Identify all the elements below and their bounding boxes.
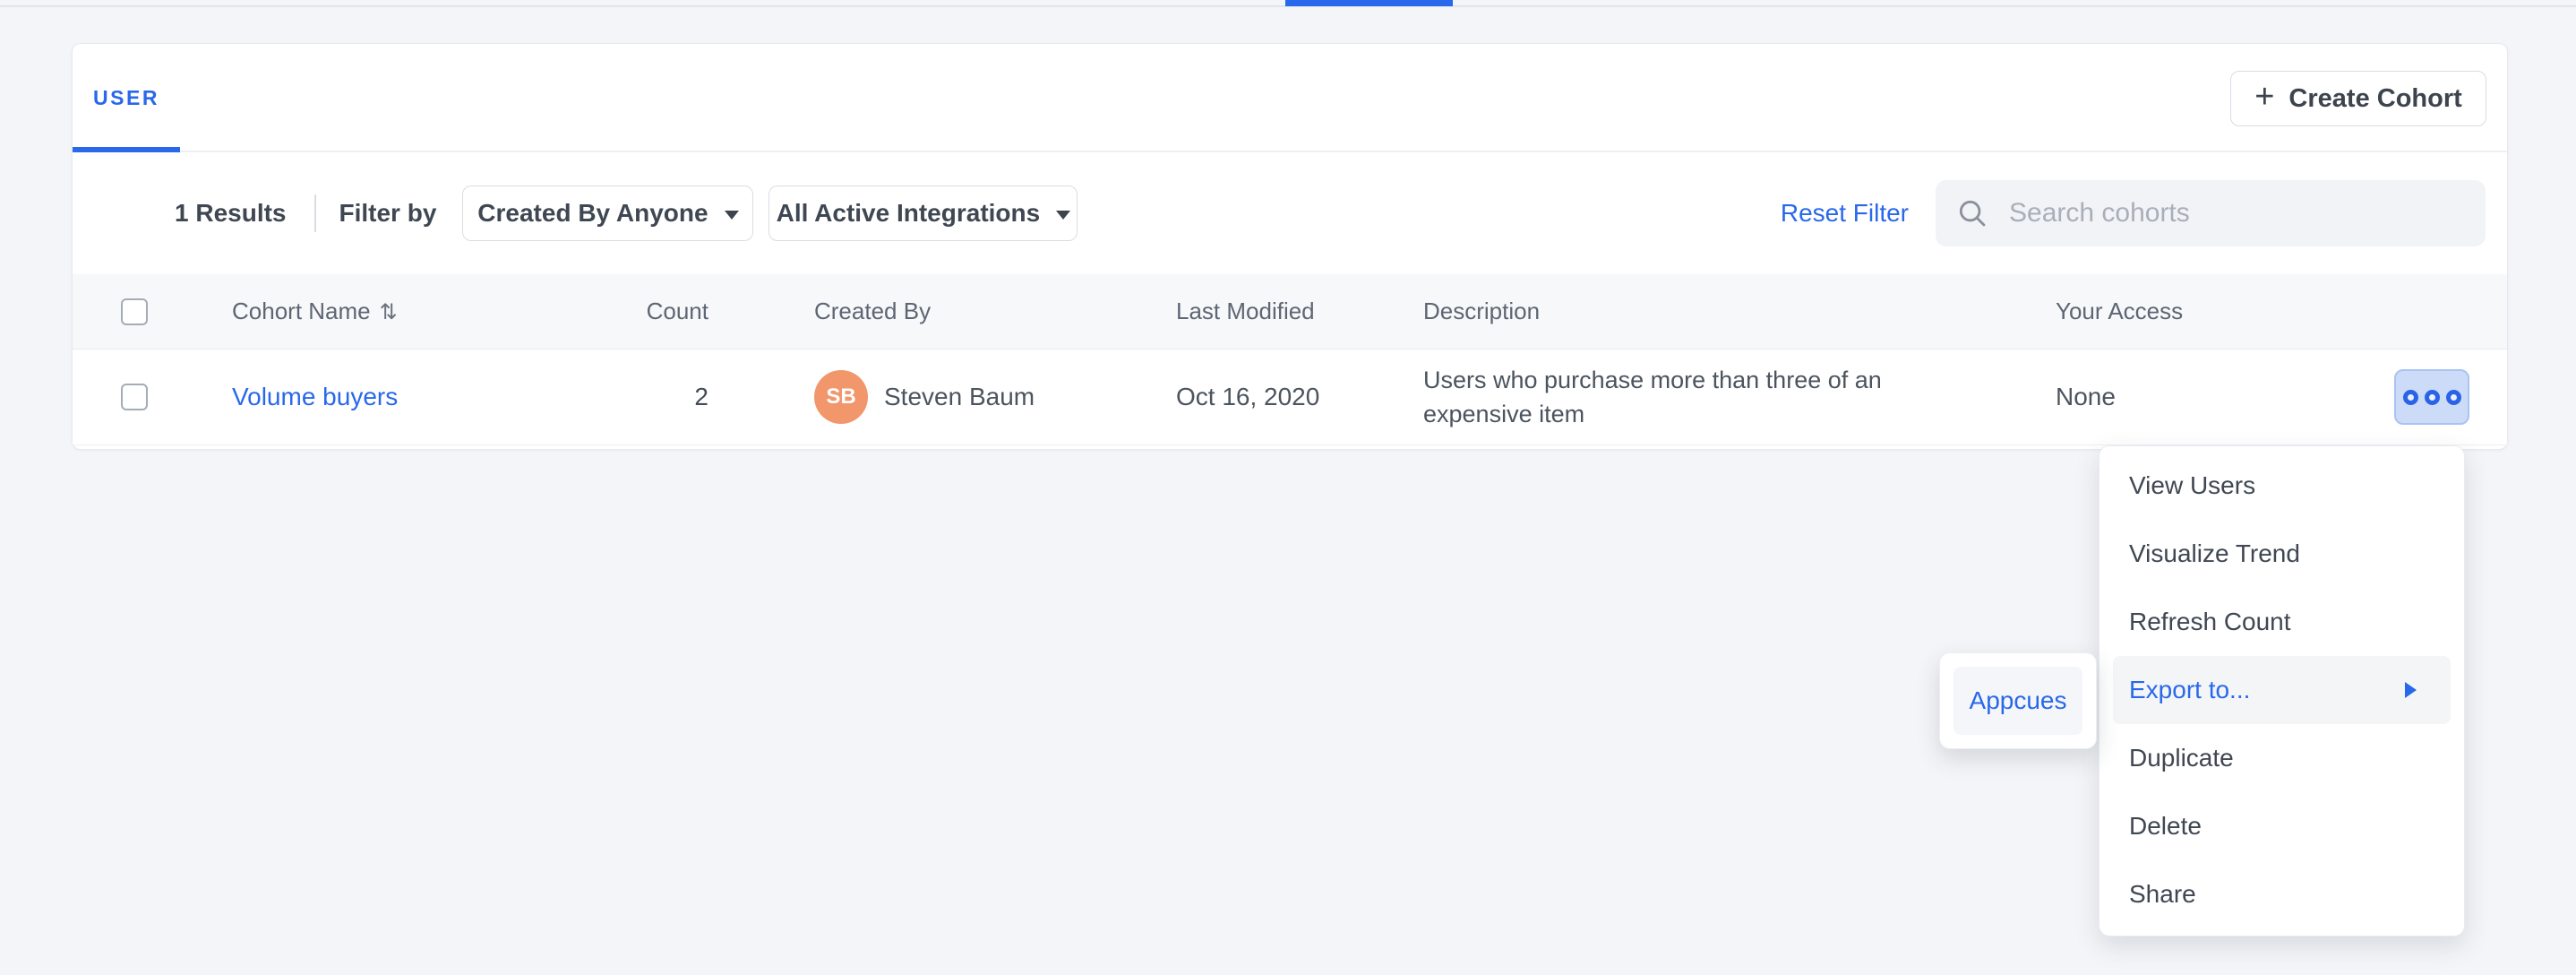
created-by-dropdown-value: Created By Anyone xyxy=(477,199,708,228)
integrations-dropdown-value: All Active Integrations xyxy=(777,199,1041,228)
creator-name: Steven Baum xyxy=(884,383,1035,411)
more-dot-icon xyxy=(2446,390,2461,405)
filter-bar: 1 Results Filter by Created By Anyone Al… xyxy=(73,152,2507,274)
create-cohort-label: Create Cohort xyxy=(2288,84,2461,114)
menu-item-visualize-trend[interactable]: Visualize Trend xyxy=(2099,520,2464,588)
cohort-count: 2 xyxy=(502,383,708,411)
menu-item-delete[interactable]: Delete xyxy=(2099,792,2464,860)
your-access-value: None xyxy=(2043,383,2394,411)
actions-cell xyxy=(2394,369,2507,425)
column-header-description: Description xyxy=(1423,298,2043,325)
cohorts-card: USER + Create Cohort 1 Results Filter by… xyxy=(72,43,2508,450)
column-header-count: Count xyxy=(502,298,708,325)
export-submenu: Appcues xyxy=(1939,652,2097,749)
cohort-name-link[interactable]: Volume buyers xyxy=(232,383,398,410)
tab-user-label: USER xyxy=(93,86,159,110)
active-tab-indicator xyxy=(1285,0,1453,6)
created-by-dropdown[interactable]: Created By Anyone xyxy=(462,186,753,241)
created-by-cell: SB Steven Baum xyxy=(708,370,1176,424)
table-row: Volume buyers 2 SB Steven Baum Oct 16, 2… xyxy=(73,349,2507,445)
description-value: Users who purchase more than three of an… xyxy=(1423,363,1943,431)
last-modified-value: Oct 16, 2020 xyxy=(1176,383,1423,411)
row-checkbox-cell xyxy=(73,384,232,410)
plus-icon: + xyxy=(2254,80,2274,114)
filter-divider xyxy=(314,194,316,232)
select-all-checkbox[interactable] xyxy=(121,298,148,325)
avatar: SB xyxy=(814,370,868,424)
column-header-created-by: Created By xyxy=(708,298,1176,325)
tab-user[interactable]: USER xyxy=(73,44,180,152)
menu-item-duplicate[interactable]: Duplicate xyxy=(2099,724,2464,792)
table-header-row: Cohort Name ⇅ Count Created By Last Modif… xyxy=(73,274,2507,349)
more-dot-icon xyxy=(2425,390,2440,405)
column-header-last-modified: Last Modified xyxy=(1176,298,1423,325)
menu-item-refresh-count[interactable]: Refresh Count xyxy=(2099,588,2464,656)
header-checkbox-cell xyxy=(73,298,232,325)
tab-bar: USER + Create Cohort xyxy=(73,44,2507,152)
submenu-arrow-icon xyxy=(2405,682,2417,698)
menu-item-view-users[interactable]: View Users xyxy=(2099,452,2464,520)
filter-by-label: Filter by xyxy=(339,199,437,228)
reset-filter-link[interactable]: Reset Filter xyxy=(1781,199,1909,228)
search-placeholder: Search cohorts xyxy=(2009,198,2190,229)
create-cohort-button[interactable]: + Create Cohort xyxy=(2230,71,2486,126)
sort-icon[interactable]: ⇅ xyxy=(380,299,398,324)
cohorts-page: USER + Create Cohort 1 Results Filter by… xyxy=(0,0,2576,975)
description-cell: Users who purchase more than three of an… xyxy=(1423,363,2043,431)
column-header-cohort-name[interactable]: Cohort Name ⇅ xyxy=(232,298,502,325)
cohort-name-header-label: Cohort Name xyxy=(232,298,371,324)
export-to-label: Export to... xyxy=(2129,676,2250,704)
row-checkbox[interactable] xyxy=(121,384,148,410)
avatar-initials: SB xyxy=(826,384,855,410)
search-icon xyxy=(1955,196,1989,230)
more-actions-button[interactable] xyxy=(2394,369,2469,425)
search-cohorts-input[interactable]: Search cohorts xyxy=(1936,180,2486,246)
chevron-down-icon xyxy=(1056,211,1070,220)
results-count: 1 Results xyxy=(175,199,287,228)
cohort-name-cell: Volume buyers xyxy=(232,383,502,411)
menu-item-share[interactable]: Share xyxy=(2099,860,2464,928)
integrations-dropdown[interactable]: All Active Integrations xyxy=(769,186,1078,241)
more-dot-icon xyxy=(2403,390,2418,405)
row-actions-menu: View Users Visualize Trend Refresh Count… xyxy=(2099,445,2465,936)
menu-item-export-to[interactable]: Export to... xyxy=(2113,656,2451,724)
column-header-your-access: Your Access xyxy=(2043,298,2394,325)
submenu-item-appcues[interactable]: Appcues xyxy=(1953,667,2082,735)
chevron-down-icon xyxy=(725,211,739,220)
